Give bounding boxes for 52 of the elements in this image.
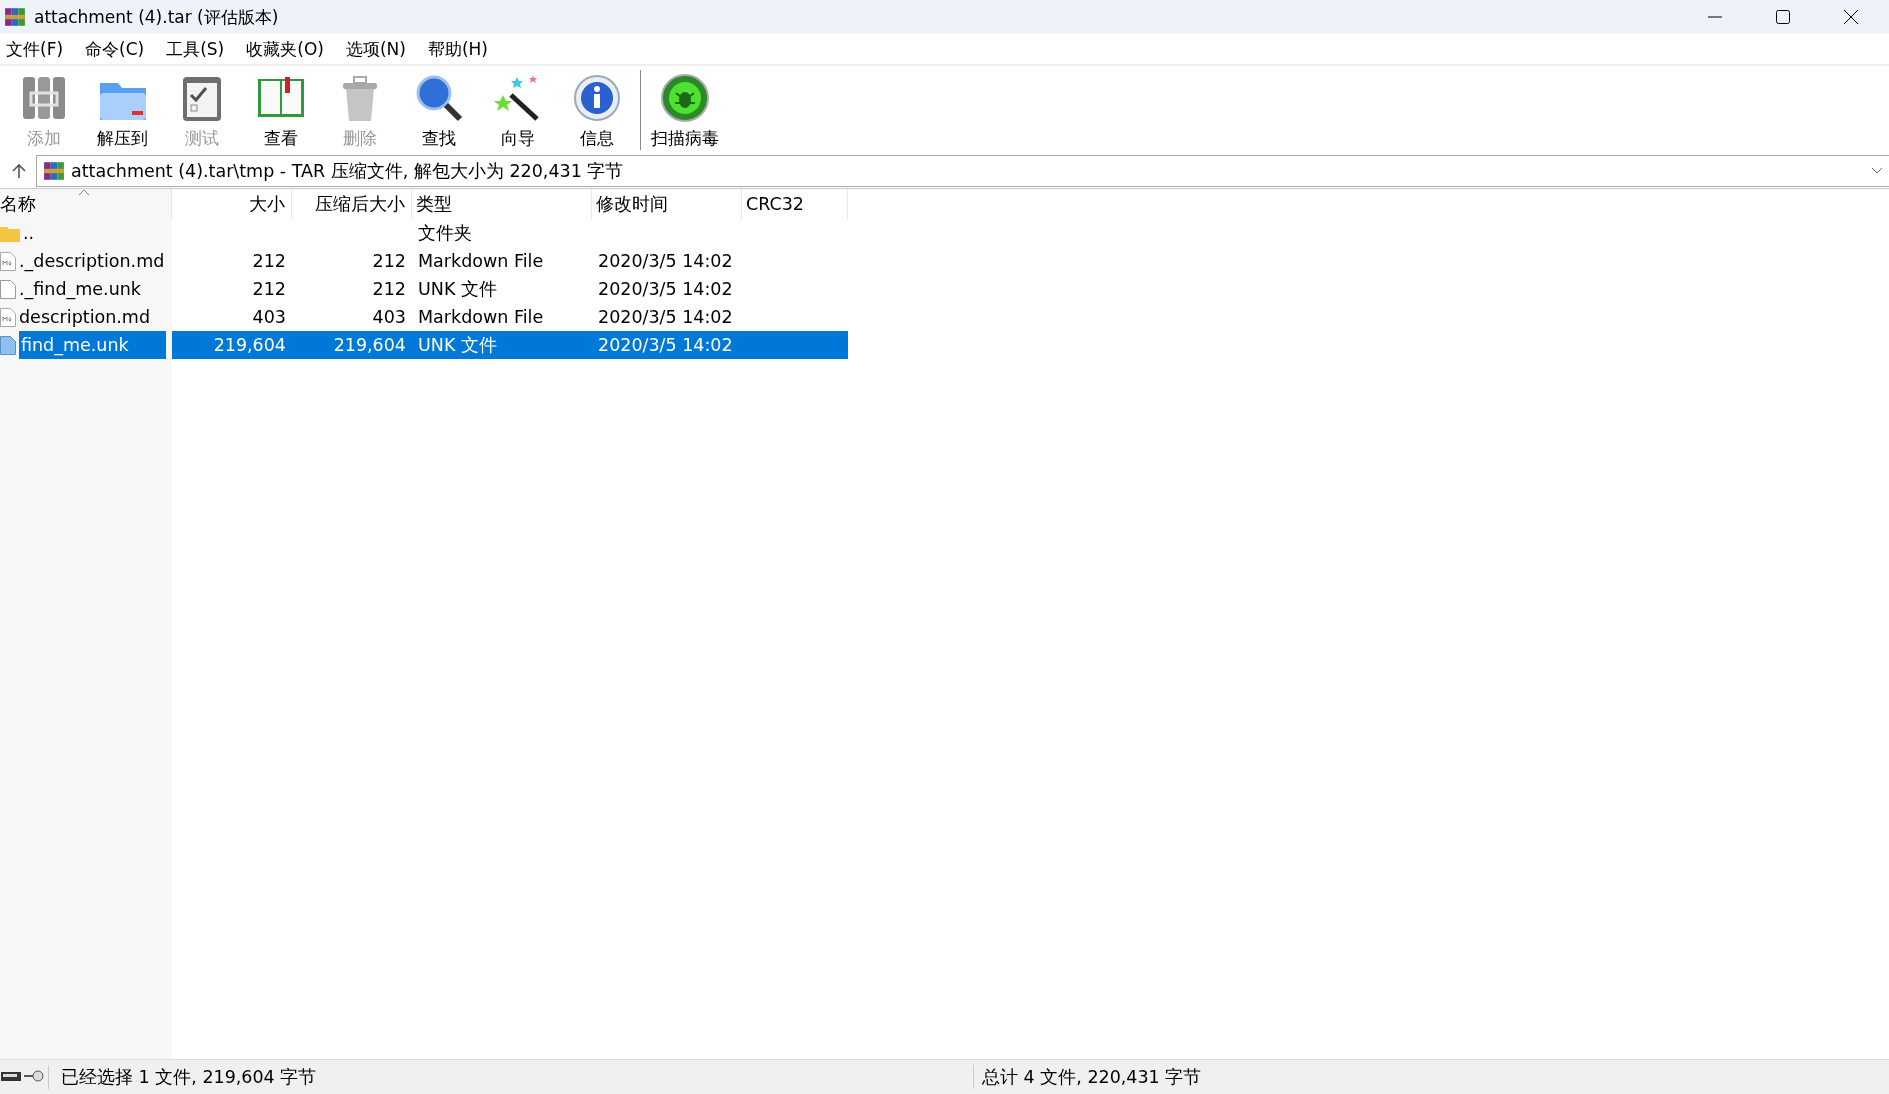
archive-books-icon [4,6,26,28]
menu-item[interactable]: 选项(N) [343,37,408,61]
menu-item[interactable]: 收藏夹(O) [244,37,326,61]
address-field[interactable]: attachment (4).tar\tmp - TAR 压缩文件, 解包大小为 220,431 字节 [36,155,1889,187]
table-cell: 2020/3/5 14:02 [598,279,733,299]
toolbar-button[interactable]: 解压到 [83,68,162,152]
toolbar-button[interactable]: 信息 [557,68,636,152]
toolbar-button[interactable]: 向导 [478,68,557,152]
table-cell: 2020/3/5 14:02 [598,335,733,355]
file-name: description.md [19,307,151,327]
table-cell: 212 [252,251,286,271]
table-cell: 2020/3/5 14:02 [598,251,733,271]
file-row[interactable]: find_me.unk 219,604 219,604 UNK 文件 2020/3/5 14:02 [0,331,848,359]
menu-item[interactable]: 帮助(H) [425,37,490,61]
file-row[interactable]: .. 文件夹 [0,219,848,247]
table-cell: 212 [372,279,406,299]
menu-item[interactable]: 命令(C) [83,37,147,61]
table-cell-text: 文件夹 [418,222,472,245]
file-name: find_me.unk [19,331,166,359]
toolbar-button[interactable]: 查找 [399,68,478,152]
menu-item[interactable]: 工具(S) [164,37,227,61]
table-cell: 403 [372,307,406,327]
toolbar-button[interactable]: 查看 [241,68,320,152]
toolbar-button[interactable]: 扫描病毒 [645,68,724,152]
table-cell: 219,604 [213,335,286,355]
table-cell: 403 [252,307,286,327]
table-cell: Markdown File [418,251,544,271]
table-cell-text: UNK 文件 [418,278,497,301]
column-header[interactable]: 名称 [0,189,172,219]
table-cell: 212 [372,251,406,271]
file-name: ._description.md [19,251,165,271]
table-cell: 212 [252,279,286,299]
window-title: attachment (4).tar (评估版本) [34,5,279,29]
file-row[interactable]: ._find_me.unk 212 212 UNK 文件 2020/3/5 14:02 [0,275,848,303]
table-cell: Markdown File [418,307,544,327]
file-row[interactable]: ._description.md 212 212 Markdown File 2020/3/5 14:02 [0,247,848,275]
status-text: 总计 4 文件, 220,431 字节 [982,1067,1202,1087]
up-arrow-icon[interactable] [10,162,28,180]
table-cell: 2020/3/5 14:02 [598,307,733,327]
table-cell: 219,604 [333,335,406,355]
archive-books-icon [43,160,65,182]
file-name: ._find_me.unk [19,279,141,299]
sort-caret-icon [78,189,90,196]
file-name: .. [23,223,35,243]
status-text: 已经选择 1 文件, 219,604 字节 [61,1067,317,1087]
file-icon [0,335,16,355]
menu-item[interactable]: 文件(F) [4,37,66,61]
file-row[interactable]: description.md 403 403 Markdown File 2020/3/5 14:02 [0,303,848,331]
chevron-down-icon[interactable] [1871,167,1883,175]
table-cell-text: UNK 文件 [418,334,497,357]
maximize-icon[interactable] [1775,9,1791,25]
close-icon[interactable] [1843,9,1859,25]
